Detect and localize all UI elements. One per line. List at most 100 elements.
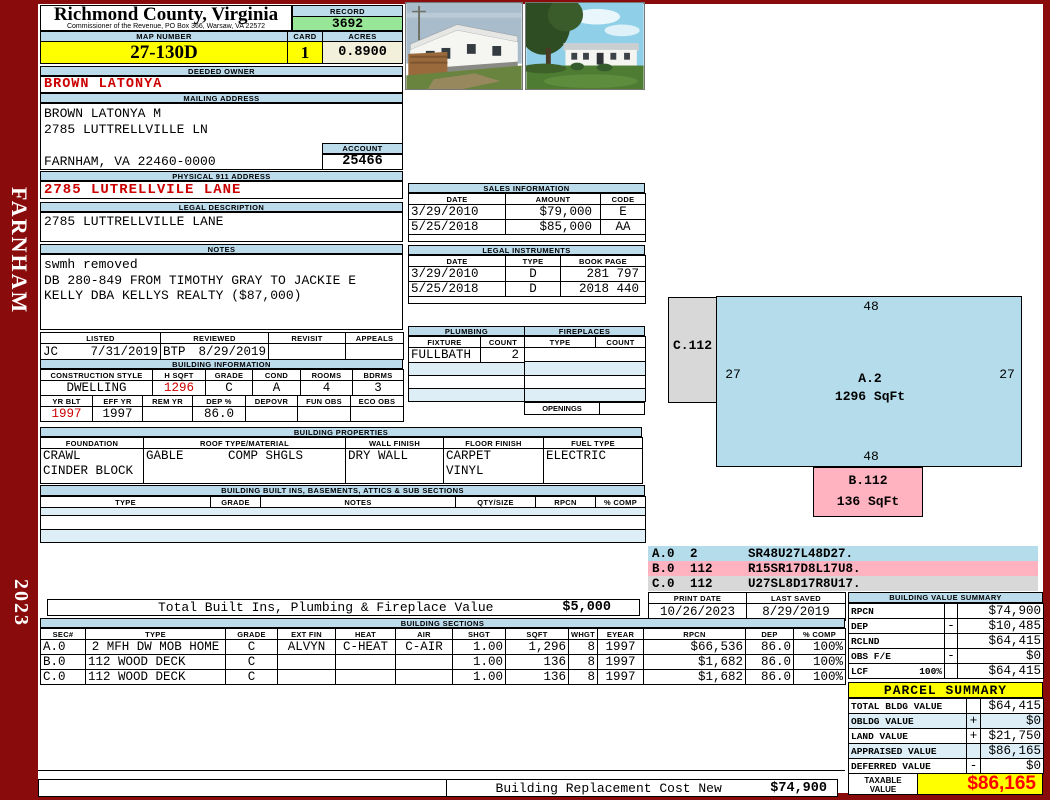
fireplaces-table: TYPE COUNT xyxy=(524,335,646,403)
construction-style-value: DWELLING xyxy=(40,380,153,396)
fireplace-empty-row xyxy=(524,387,646,403)
plumbing-table: FIXTURE COUNT FULLBATH 2 xyxy=(408,336,526,402)
commissioner-line: Commissioner of the Revenue, PO Box 366,… xyxy=(66,23,266,30)
sketch-dim-left: 27 xyxy=(725,367,741,382)
sections-header-sqft: SQFT xyxy=(505,628,569,640)
sections-header-eyear: EYEAR xyxy=(597,628,644,640)
hsqft-header: H SQFT xyxy=(152,369,206,381)
built-ins-qty-header: QTY/SIZE xyxy=(455,496,536,508)
property-photo-1 xyxy=(405,2,523,90)
notes-line-2: DB 280-849 FROM TIMOTHY GRAY TO JACKIE E xyxy=(44,272,357,288)
sketch-section-c: C.112 xyxy=(668,297,717,403)
acres-value: 0.8900 xyxy=(322,41,403,64)
replacement-cost-spacer xyxy=(39,780,447,796)
sketch-legend-row-c: C.0 112 U27SL8D17R8U17. xyxy=(648,576,1038,591)
fuel-type-value: ELECTRIC xyxy=(543,448,643,484)
sales-row: 3/29/2010 $79,000 E xyxy=(408,204,646,220)
building-properties-title: BUILDING PROPERTIES xyxy=(40,427,642,437)
parcel-row: APPRAISED VALUE $86,165 xyxy=(848,743,1044,759)
legal-description-value: 2785 LUTTRELLVILLE LANE xyxy=(40,212,403,242)
fixture-count-header: COUNT xyxy=(480,336,526,348)
property-photo-2-image xyxy=(517,0,644,89)
building-value-summary-title: BUILDING VALUE SUMMARY xyxy=(848,592,1043,603)
sketch-section-a: 48 27 27 A.2 1296 SqFt 48 xyxy=(716,296,1022,467)
yrblt-value: 1997 xyxy=(40,406,93,422)
effyr-header: EFF YR xyxy=(92,395,143,407)
bvs-row: RPCN $74,900 xyxy=(848,603,1044,619)
yrblt-header: YR BLT xyxy=(40,395,93,407)
parcel-row: DEFERRED VALUE - $0 xyxy=(848,758,1044,774)
sketch-section-a-label: A.2 xyxy=(858,371,882,386)
fuel-type-header: FUEL TYPE xyxy=(543,437,643,449)
sketch-dim-top: 48 xyxy=(863,299,879,314)
hsqft-value: 1296 xyxy=(152,380,206,396)
sales-information-title: SALES INFORMATION xyxy=(408,183,645,193)
fireplaces-title: FIREPLACES xyxy=(524,326,645,336)
legal-description-label: LEGAL DESCRIPTION xyxy=(40,202,403,212)
sketch-section-b: B.112 136 SqFt xyxy=(813,467,923,517)
reviewed-value: BTP 8/29/2019 xyxy=(160,343,269,360)
bvs-row: DEP - $10,485 xyxy=(848,618,1044,634)
replacement-cost-label: Building Replacement Cost New xyxy=(495,780,722,796)
building-sections-table: SEC# TYPE GRADE EXT FIN HEAT AIR SHGT SQ… xyxy=(40,628,846,685)
dep-value: 86.0 xyxy=(192,406,246,422)
sections-header-dep: DEP xyxy=(745,628,794,640)
instrument-empty-row xyxy=(408,296,646,304)
sales-code-header: CODE xyxy=(600,193,646,205)
funobs-value xyxy=(297,406,351,422)
card-value: 1 xyxy=(287,41,323,64)
built-ins-notes-header: NOTES xyxy=(260,496,456,508)
built-ins-type-header: TYPE xyxy=(40,496,211,508)
sketch-legend-row-a: A.0 2 SR48U27L48D27. xyxy=(648,546,1038,561)
listed-value: JC 7/31/2019 xyxy=(40,343,161,360)
bottom-rule xyxy=(38,770,845,771)
cond-header: COND xyxy=(252,369,301,381)
mailing-line-1: BROWN LATONYA M xyxy=(44,106,162,121)
plumbing-row: FULLBATH 2 xyxy=(408,347,526,363)
sections-header-shgt: SHGT xyxy=(452,628,506,640)
grade-header: GRADE xyxy=(205,369,253,381)
bvs-row: RCLND $64,415 xyxy=(848,633,1044,649)
depovr-header: DEPOVR xyxy=(245,395,298,407)
taxable-value: $86,165 xyxy=(917,773,1043,795)
replacement-cost-bar: Building Replacement Cost New $74,900 xyxy=(38,779,838,797)
building-info-row2: YR BLT EFF YR REM YR DEP % DEPOVR FUN OB… xyxy=(40,395,404,422)
depovr-value xyxy=(245,406,298,422)
sections-header-rpcn: RPCN xyxy=(643,628,746,640)
sections-header-heat: HEAT xyxy=(335,628,396,640)
remyr-value xyxy=(142,406,193,422)
parcel-summary-table: TOTAL BLDG VALUE $64,415 OBLDG VALUE + $… xyxy=(848,698,1044,774)
parcel-summary-title: PARCEL SUMMARY xyxy=(848,682,1043,698)
floor-finish-value: CARPET VINYL xyxy=(443,448,544,484)
built-ins-title: BUILDING BUILT INS, BASEMENTS, ATTICS & … xyxy=(40,485,645,496)
print-info-table: PRINT DATE LAST SAVED 10/26/2023 8/29/20… xyxy=(648,592,846,621)
floor-finish-header: FLOOR FINISH xyxy=(443,437,544,449)
construction-style-header: CONSTRUCTION STYLE xyxy=(40,369,153,381)
sales-table: DATE AMOUNT CODE 3/29/2010 $79,000 E 5/2… xyxy=(408,193,646,242)
plumbing-empty-row xyxy=(408,375,526,389)
sections-header-grade: GRADE xyxy=(225,628,278,640)
left-border-bar xyxy=(0,0,38,800)
notes-line-3: KELLY DBA KELLYS REALTY ($87,000) xyxy=(44,288,302,303)
built-ins-empty-row xyxy=(40,529,646,543)
total-built-ins-bar: Total Built Ins, Plumbing & Fireplace Va… xyxy=(47,599,640,616)
foundation-header: FOUNDATION xyxy=(40,437,144,449)
rooms-header: ROOMS xyxy=(300,369,353,381)
sections-header-whgt: WHGT xyxy=(568,628,598,640)
building-properties-table: FOUNDATION ROOF TYPE/MATERIAL WALL FINIS… xyxy=(40,437,643,484)
built-ins-empty-row xyxy=(40,507,646,516)
plumbing-empty-row xyxy=(408,388,526,402)
listed-header: LISTED xyxy=(40,332,161,344)
fixture-header: FIXTURE xyxy=(408,336,481,348)
notes-label: NOTES xyxy=(40,244,403,254)
notes-line-1: swmh removed xyxy=(44,257,138,272)
appeals-header: APPEALS xyxy=(345,332,404,344)
section-row: B.0 112 WOOD DECK C 1.00 136 8 1997 $1,6… xyxy=(40,654,846,670)
taxable-value-label: TAXABLE VALUE xyxy=(848,773,918,795)
roof-value: GABLE COMP SHGLS xyxy=(143,448,346,484)
last-saved-header: LAST SAVED xyxy=(746,592,846,604)
section-row: A.0 2 MFH DW MOB HOME C ALVYN C-HEAT C-A… xyxy=(40,639,846,655)
total-built-ins-value: $5,000 xyxy=(562,600,611,615)
grade-value: C xyxy=(205,380,253,396)
sections-header-type: TYPE xyxy=(85,628,226,640)
